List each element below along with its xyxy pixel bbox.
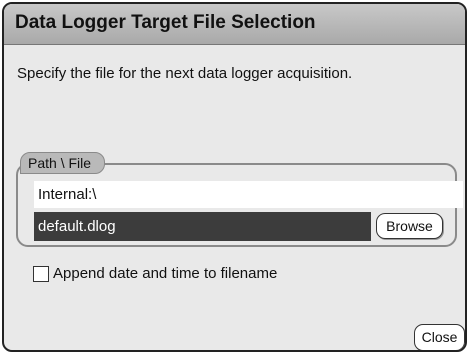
browse-button[interactable]: Browse xyxy=(376,213,443,239)
dialog-window: Data Logger Target File Selection Specif… xyxy=(2,2,467,352)
dialog-title: Data Logger Target File Selection xyxy=(15,12,316,33)
path-file-group-label: Path \ File xyxy=(20,152,106,174)
close-button[interactable]: Close xyxy=(414,324,465,350)
instructions-text: Specify the file for the next data logge… xyxy=(17,65,353,82)
title-bar: Data Logger Target File Selection xyxy=(4,4,465,45)
append-datetime-label[interactable]: Append date and time to filename xyxy=(53,265,277,283)
filename-field[interactable]: default.dlog xyxy=(34,212,371,241)
path-field[interactable]: Internal:\ xyxy=(34,181,463,208)
append-datetime-checkbox[interactable] xyxy=(33,266,49,282)
